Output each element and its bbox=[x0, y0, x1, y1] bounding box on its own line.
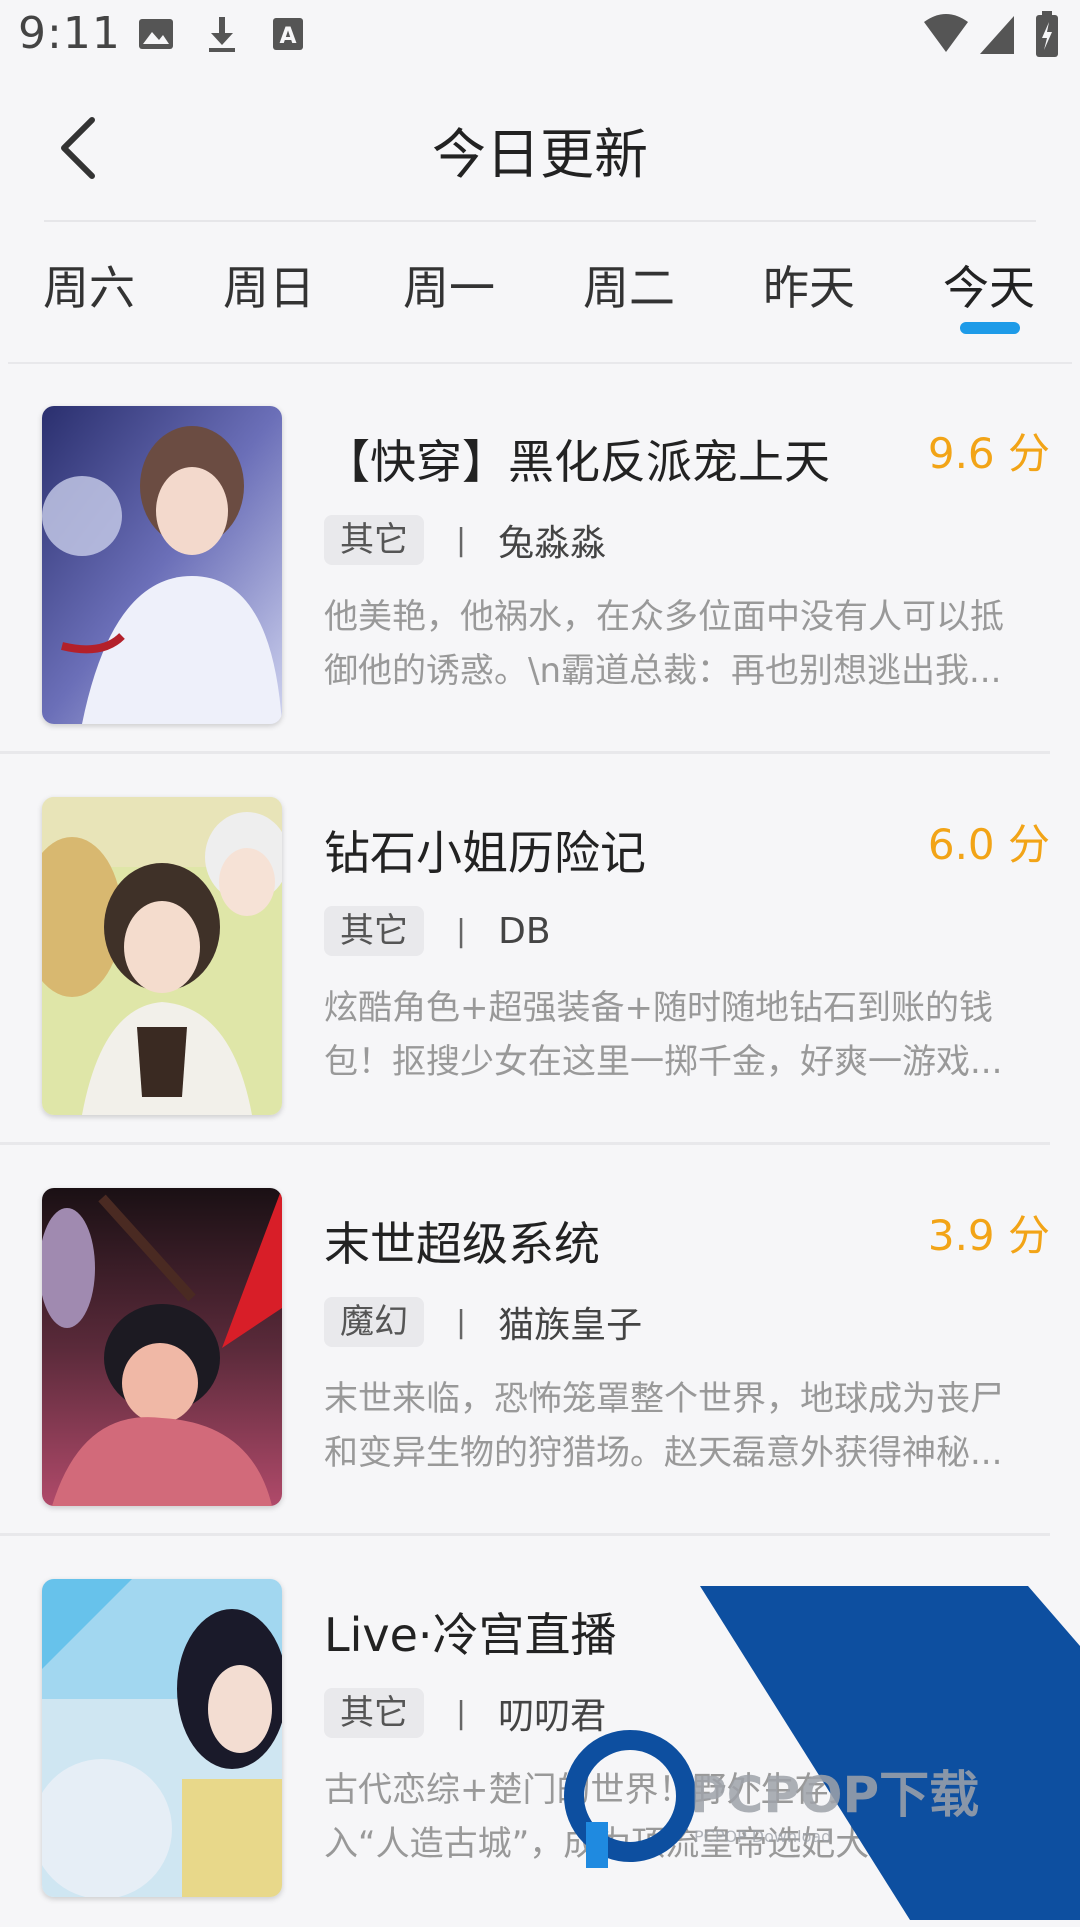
tab-saturday[interactable]: 周六 bbox=[4, 252, 174, 318]
comic-score: 6.0 分 bbox=[927, 820, 1050, 869]
svg-text:A: A bbox=[279, 24, 296, 49]
app-header: 今日更新 bbox=[0, 72, 1080, 222]
download-icon bbox=[209, 17, 235, 52]
comic-description: 末世来临，恐怖笼罩整个世界，地球成为丧尸 和变异生物的狩猎场。赵天磊意外获得神秘… bbox=[324, 1379, 1004, 1473]
active-tab-indicator bbox=[960, 322, 1020, 334]
status-time: 9:11 bbox=[18, 8, 121, 59]
item-divider bbox=[0, 751, 1050, 754]
page-title: 今日更新 bbox=[432, 123, 648, 186]
tab-sunday[interactable]: 周日 bbox=[184, 252, 354, 318]
status-bar: 9:11 A bbox=[0, 0, 1080, 72]
font-icon: A bbox=[273, 18, 303, 50]
comic-description: 他美艳，他祸水，在众多位面中没有人可以抵 御他的诱惑。\n霸道总裁：再也别想逃出… bbox=[324, 597, 1004, 691]
separator: | bbox=[456, 1304, 467, 1340]
image-icon bbox=[139, 19, 173, 49]
cellular-signal-icon bbox=[980, 16, 1014, 54]
day-tabs: 周六 周日 周一 周二 昨天 今天 bbox=[0, 222, 1080, 362]
comic-author: 兔淼淼 bbox=[498, 523, 607, 564]
comic-cover bbox=[42, 406, 282, 724]
item-divider bbox=[0, 1533, 1050, 1536]
watermark-logo: PCPOP下载 PCPOP Download bbox=[564, 1586, 1080, 1920]
comic-title: 【快穿】黑化反派宠上天 bbox=[324, 435, 830, 489]
comic-title: 末世超级系统 bbox=[324, 1217, 600, 1271]
comic-score: 9.6 分 bbox=[927, 429, 1050, 478]
comic-list-item[interactable]: 【快穿】黑化反派宠上天 9.6 分 其它 | 兔淼淼 他美艳，他祸水，在众多位面… bbox=[0, 364, 1080, 754]
separator: | bbox=[456, 913, 467, 949]
comic-cover bbox=[42, 1188, 282, 1506]
battery-icon bbox=[1036, 11, 1058, 57]
comic-cover bbox=[42, 1579, 282, 1897]
wifi-icon bbox=[924, 14, 968, 52]
comic-description: 炫酷角色+超强装备+随时随地钻石到账的钱 包！抠搜少女在这里一掷千金，好爽一游戏… bbox=[324, 988, 1003, 1082]
genre-tag: 其它 bbox=[324, 1688, 424, 1738]
comic-cover bbox=[42, 797, 282, 1115]
tab-yesterday[interactable]: 昨天 bbox=[724, 252, 894, 318]
svg-text:PCPOP下载: PCPOP下载 bbox=[690, 1766, 979, 1824]
svg-text:PCPOP Download: PCPOP Download bbox=[694, 1827, 831, 1846]
tab-monday[interactable]: 周一 bbox=[364, 252, 534, 318]
comic-author: 猫族皇子 bbox=[498, 1305, 643, 1346]
tab-today[interactable]: 今天 bbox=[904, 252, 1074, 318]
genre-tag: 其它 bbox=[324, 906, 424, 956]
comic-score: 3.9 分 bbox=[927, 1211, 1050, 1260]
genre-tag: 魔幻 bbox=[324, 1297, 424, 1347]
separator: | bbox=[456, 522, 467, 558]
tab-tuesday[interactable]: 周二 bbox=[544, 252, 714, 318]
comic-title: 钻石小姐历险记 bbox=[324, 826, 646, 880]
comic-list-item[interactable]: 末世超级系统 3.9 分 魔幻 | 猫族皇子 末世来临，恐怖笼罩整个世界，地球成… bbox=[0, 1146, 1080, 1536]
item-divider bbox=[0, 1142, 1050, 1145]
comic-list-item[interactable]: 钻石小姐历险记 6.0 分 其它 | DB 炫酷角色+超强装备+随时随地钻石到账… bbox=[0, 755, 1080, 1145]
comic-author: DB bbox=[498, 910, 551, 952]
separator: | bbox=[456, 1695, 467, 1731]
genre-tag: 其它 bbox=[324, 515, 424, 565]
